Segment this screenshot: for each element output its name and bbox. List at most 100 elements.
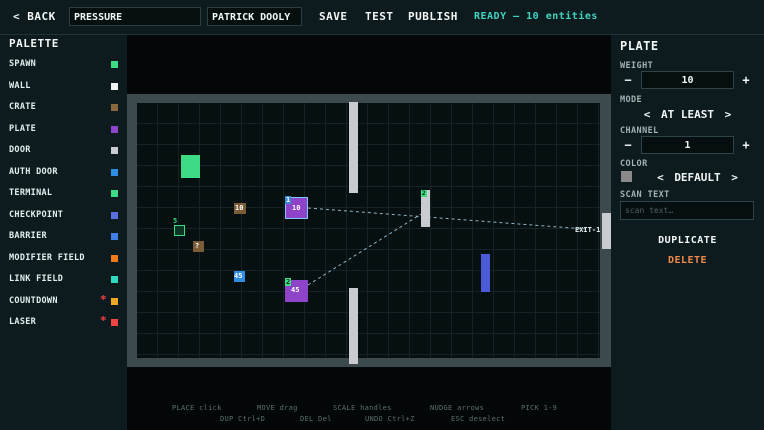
palette-color-swatch: [111, 125, 118, 133]
status-text: READY — 10 entities: [474, 11, 598, 22]
top-bar: < BACK PRESSURE PATRICK DOOLY SAVE TEST …: [0, 0, 764, 35]
palette-item-modifier-field[interactable]: MODIFIER FIELD: [0, 250, 127, 268]
wall-lower[interactable]: [349, 288, 358, 364]
plate-entity-selected[interactable]: 1 10: [285, 196, 308, 219]
mode-selector: < AT LEAST >: [621, 107, 754, 123]
color-label: COLOR: [620, 159, 648, 169]
shortcut-hint: SCALE handles: [333, 404, 392, 412]
plate-channel-badge: 2: [285, 278, 292, 286]
palette-item-spawn[interactable]: SPAWN: [0, 56, 127, 74]
level-name-field[interactable]: PRESSURE: [69, 7, 201, 26]
palette-color-swatch: [111, 61, 118, 68]
palette-item-label: LASER: [9, 317, 37, 327]
palette-color-swatch: [111, 297, 118, 305]
crate-entity[interactable]: 10: [234, 203, 246, 214]
weight-label: WEIGHT: [620, 61, 654, 71]
arena-grid[interactable]: [137, 103, 600, 358]
palette-item-label: SPAWN: [9, 59, 37, 69]
publish-button[interactable]: PUBLISH: [408, 7, 458, 27]
palette-item-plate[interactable]: PLATE: [0, 121, 127, 139]
palette-color-swatch: [111, 82, 118, 90]
scan-text-input[interactable]: [620, 201, 754, 220]
plate-channel-badge: 1: [285, 196, 292, 204]
palette-item-label: MODIFIER FIELD: [9, 252, 85, 263]
duplicate-button[interactable]: DUPLICATE: [611, 235, 764, 246]
palette-item-wall[interactable]: WALL: [0, 78, 127, 96]
shortcut-hint: MOVE drag: [257, 404, 298, 412]
barrier-entity[interactable]: [481, 254, 490, 292]
color-selector: < DEFAULT >: [641, 170, 754, 186]
palette-color-swatch: [111, 254, 118, 262]
palette-item-label: CHECKPOINT: [9, 209, 64, 220]
color-swatch[interactable]: [621, 171, 632, 182]
palette-item-label: DOOR: [9, 145, 31, 155]
palette-panel: PALETTE SPAWN WALL CRATE PLATE DOOR AUTH DOOR…: [0, 35, 127, 430]
auth-door-label: 45: [234, 272, 243, 280]
delete-button[interactable]: DELETE: [611, 255, 764, 266]
palette-item-auth-door[interactable]: AUTH DOOR: [0, 164, 127, 182]
palette-item-laser[interactable]: LASER *: [0, 314, 127, 332]
back-button[interactable]: < BACK: [13, 7, 56, 27]
shortcut-hint: PICK 1-9: [521, 404, 558, 412]
auth-door-entity[interactable]: 45: [234, 271, 245, 282]
spawn-entity[interactable]: [181, 155, 200, 178]
color-value: DEFAULT: [674, 171, 721, 184]
checkpoint-entity[interactable]: [174, 225, 185, 236]
palette-item-label: BARRIER: [9, 231, 47, 241]
weight-increment-button[interactable]: +: [738, 72, 754, 88]
save-button[interactable]: SAVE: [319, 7, 348, 27]
level-canvas[interactable]: 5 10 ? 1 10 2 45 45 2 EXIT-1 PLACE click…: [127, 35, 611, 430]
exit-entity[interactable]: [602, 213, 611, 249]
palette-item-label: WALL: [9, 80, 31, 91]
shortcut-hint: PLACE click: [172, 404, 222, 412]
palette-color-swatch: [111, 147, 118, 154]
plate-weight-label: 10: [292, 204, 301, 212]
palette-item-label: CRATE: [9, 102, 37, 112]
palette-item-crate[interactable]: CRATE: [0, 99, 127, 117]
shortcut-hint: DEL Del: [300, 415, 332, 423]
required-star-icon: *: [100, 314, 107, 327]
crate-entity[interactable]: ?: [193, 241, 204, 252]
palette-item-label: PLATE: [9, 123, 37, 134]
palette-item-door[interactable]: DOOR: [0, 142, 127, 160]
shortcut-hint: DUP Ctrl+D: [220, 415, 266, 423]
palette-color-swatch: [111, 104, 118, 111]
palette-color-swatch: [111, 168, 118, 176]
exit-label: EXIT-1: [575, 226, 601, 234]
author-field[interactable]: PATRICK DOOLY: [207, 7, 302, 26]
plate-weight-label: 45: [291, 286, 300, 294]
plate-entity[interactable]: 2 45: [285, 278, 308, 302]
palette-item-label: AUTH DOOR: [9, 166, 58, 177]
inspector-panel: PLATE WEIGHT − 10 + MODE < AT LEAST > CH…: [611, 35, 764, 430]
mode-next-arrow[interactable]: >: [721, 108, 736, 121]
inspector-title: PLATE: [620, 39, 659, 53]
palette-color-swatch: [111, 211, 118, 219]
color-prev-arrow[interactable]: <: [653, 171, 668, 184]
weight-input[interactable]: 10: [641, 71, 734, 89]
mode-label: MODE: [620, 95, 643, 105]
wall-upper[interactable]: [349, 102, 358, 193]
shortcut-hint: ESC deselect: [451, 415, 506, 423]
shortcut-hint: UNDO Ctrl+Z: [365, 415, 415, 423]
scan-text-label: SCAN TEXT: [620, 190, 670, 200]
palette-color-swatch: [111, 319, 118, 326]
channel-input[interactable]: 1: [641, 136, 734, 154]
weight-decrement-button[interactable]: −: [620, 72, 636, 88]
door-entity[interactable]: 2: [421, 190, 430, 227]
crate-unknown-label: ?: [195, 242, 200, 250]
palette-item-label: TERMINAL: [9, 188, 53, 198]
palette-item-link-field[interactable]: LINK FIELD: [0, 271, 127, 289]
channel-increment-button[interactable]: +: [738, 137, 754, 153]
palette-item-countdown[interactable]: COUNTDOWN *: [0, 293, 127, 311]
mode-value: AT LEAST: [661, 108, 714, 121]
required-star-icon: *: [100, 292, 107, 306]
palette-item-checkpoint[interactable]: CHECKPOINT: [0, 207, 127, 225]
test-button[interactable]: TEST: [365, 7, 394, 27]
mode-prev-arrow[interactable]: <: [640, 108, 655, 121]
crate-weight-label: 10: [235, 204, 244, 212]
palette-item-terminal[interactable]: TERMINAL: [0, 185, 127, 203]
color-next-arrow[interactable]: >: [727, 171, 742, 184]
palette-item-label: COUNTDOWN: [9, 295, 58, 306]
channel-decrement-button[interactable]: −: [620, 137, 636, 153]
palette-item-barrier[interactable]: BARRIER: [0, 228, 127, 246]
